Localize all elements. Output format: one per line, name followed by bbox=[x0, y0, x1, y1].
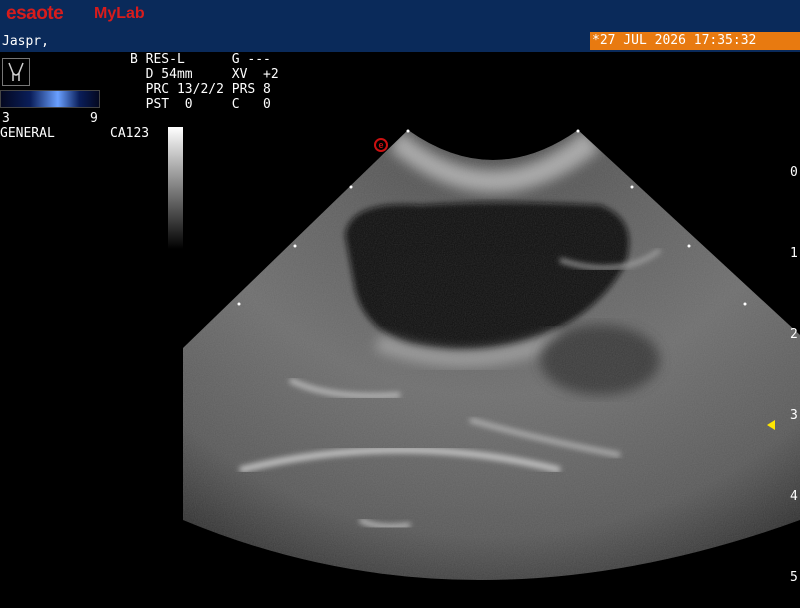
colormap-bar bbox=[0, 90, 100, 108]
ultrasound-image bbox=[183, 129, 800, 580]
patient-name: Jaspr, bbox=[2, 34, 49, 49]
exam-datetime: *27 JUL 2026 17:35:32 bbox=[590, 32, 800, 50]
probe-orientation-icon: e bbox=[374, 138, 388, 152]
body-mark-icon bbox=[2, 58, 30, 86]
colormap-max-label: 9 bbox=[90, 111, 98, 126]
param-row: B RES-L G --- bbox=[130, 52, 271, 67]
param-row: D 54mm XV +2 bbox=[130, 67, 279, 82]
depth-label: 1 bbox=[790, 246, 798, 261]
focus-marker-icon bbox=[767, 420, 775, 430]
product-name: MyLab bbox=[94, 5, 145, 22]
probe-name: CA123 bbox=[110, 126, 150, 141]
depth-label: 4 bbox=[790, 489, 798, 504]
depth-label: 3 bbox=[790, 408, 798, 423]
header-bar: esaote MyLab bbox=[0, 0, 800, 30]
colormap-min-label: 3 bbox=[2, 111, 10, 126]
depth-label: 0 bbox=[790, 165, 798, 180]
depth-label: 2 bbox=[790, 327, 798, 342]
brand-logo: esaote bbox=[6, 3, 64, 24]
grayscale-bar bbox=[168, 127, 183, 249]
param-row: PRC 13/2/2 PRS 8 bbox=[130, 82, 271, 97]
depth-label: 5 bbox=[790, 570, 798, 585]
exam-preset: GENERAL bbox=[0, 126, 55, 141]
param-row: PST 0 C 0 bbox=[130, 97, 271, 112]
